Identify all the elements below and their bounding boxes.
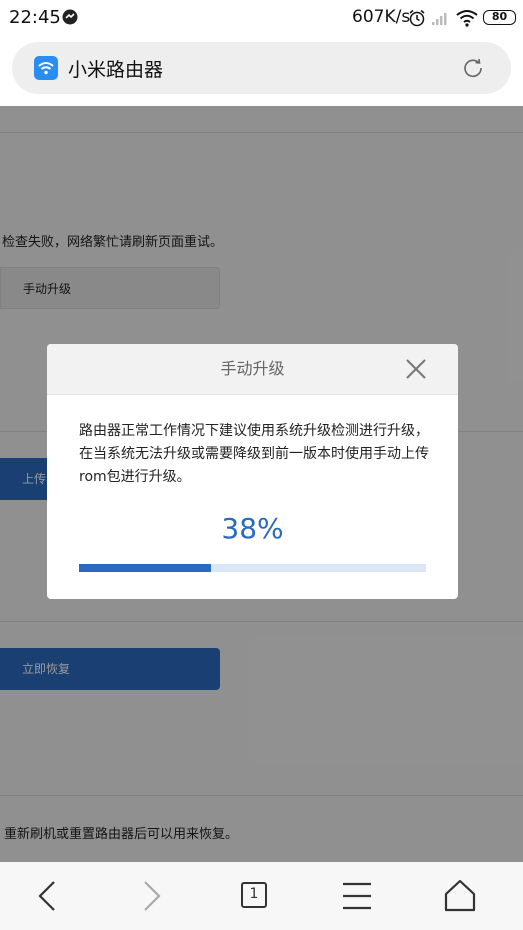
wifi-icon — [34, 56, 58, 80]
tab-count: 1 — [249, 886, 259, 902]
forward-icon[interactable] — [131, 876, 171, 916]
bottom-nav-bar: 1 — [0, 862, 523, 930]
progress-percent: 38% — [221, 512, 284, 545]
progress-fill — [79, 564, 211, 572]
manual-upgrade-dialog: 手动升级 路由器正常工作情况下建议使用系统升级检测进行升级，在当系统无法升级或需… — [47, 344, 458, 599]
dialog-title: 手动升级 — [220, 359, 285, 378]
network-speed: 607K/s — [352, 7, 411, 27]
alarm-icon — [409, 9, 425, 27]
battery-icon: 80 — [483, 10, 516, 25]
home-icon[interactable] — [440, 876, 480, 916]
dialog-description: 路由器正常工作情况下建议使用系统升级检测进行升级，在当系统无法升级或需要降级到前… — [79, 423, 429, 485]
close-icon[interactable] — [404, 357, 428, 381]
dialog-header: 手动升级 — [47, 344, 458, 395]
back-icon[interactable] — [28, 876, 68, 916]
page-title: 小米路由器 — [68, 59, 164, 81]
browser-address-area: 小米路由器 — [0, 36, 523, 106]
wifi-icon — [456, 10, 478, 27]
menu-icon[interactable] — [337, 876, 377, 916]
address-bar[interactable]: 小米路由器 — [12, 42, 511, 94]
tabs-button[interactable]: 1 — [234, 876, 274, 916]
signal-icon — [432, 13, 447, 25]
reload-icon[interactable] — [462, 57, 484, 79]
app-notification-icon — [62, 9, 78, 25]
status-bar: 22:45 607K/s 80 — [0, 0, 523, 36]
progress-bar — [79, 564, 426, 572]
status-time: 22:45 — [9, 7, 61, 28]
